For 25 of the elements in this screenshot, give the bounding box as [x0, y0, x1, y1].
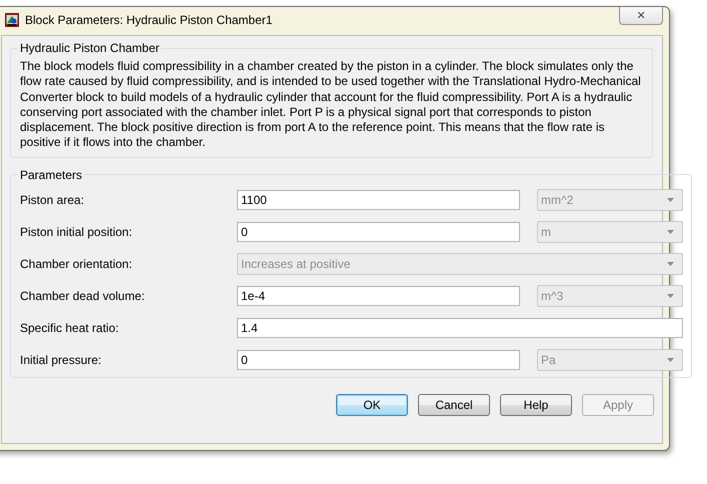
value-field[interactable]: 0: [237, 350, 520, 370]
block-icon: [4, 12, 20, 28]
dialog-button[interactable]: Cancel: [418, 394, 490, 416]
caret-icon: [667, 262, 674, 266]
field-label: Initial pressure:: [20, 352, 102, 367]
dialog-button[interactable]: OK: [336, 394, 408, 416]
close-button[interactable]: ✕: [619, 7, 663, 25]
field-label: Chamber orientation:: [20, 256, 134, 271]
caret-icon: [667, 358, 674, 362]
value-field[interactable]: 1e-4: [237, 286, 520, 306]
field-label: Piston area:: [20, 192, 86, 207]
value-field[interactable]: 1100: [237, 190, 520, 210]
group-title: Parameters: [19, 168, 84, 182]
caret-icon: [667, 294, 674, 298]
dialog-button[interactable]: Help: [500, 394, 572, 416]
group-title: Hydraulic Piston Chamber: [19, 41, 160, 55]
field-label: Specific heat ratio:: [20, 320, 120, 335]
window-title: Block Parameters: Hydraulic Piston Chamber1: [25, 13, 272, 27]
value-field[interactable]: 1.4: [237, 318, 683, 338]
caret-icon: [667, 230, 674, 234]
caret-icon: [667, 198, 674, 202]
value-field[interactable]: 0: [237, 222, 520, 242]
field-label: Chamber dead volume:: [20, 288, 146, 303]
description-text: The block models fluid compressibility in a chamber created by the piston in a cylinder. The block simulates only the flow rate caused by fluid compressibility, and is intended to be used together with the Translational Hydro-Mechanical Converter block to build models of a hydraulic cylinder that account for the fluid compressibility. Port A is a hydraulic conserving port associated with the chamber inlet. Port P is a physical signal port that corresponds to piston displacement. The block positive direction is from port A to the reference point. This means that the flow rate is positive if it flows into the chamber.: [20, 59, 642, 151]
field-label: Piston initial position:: [20, 224, 134, 239]
